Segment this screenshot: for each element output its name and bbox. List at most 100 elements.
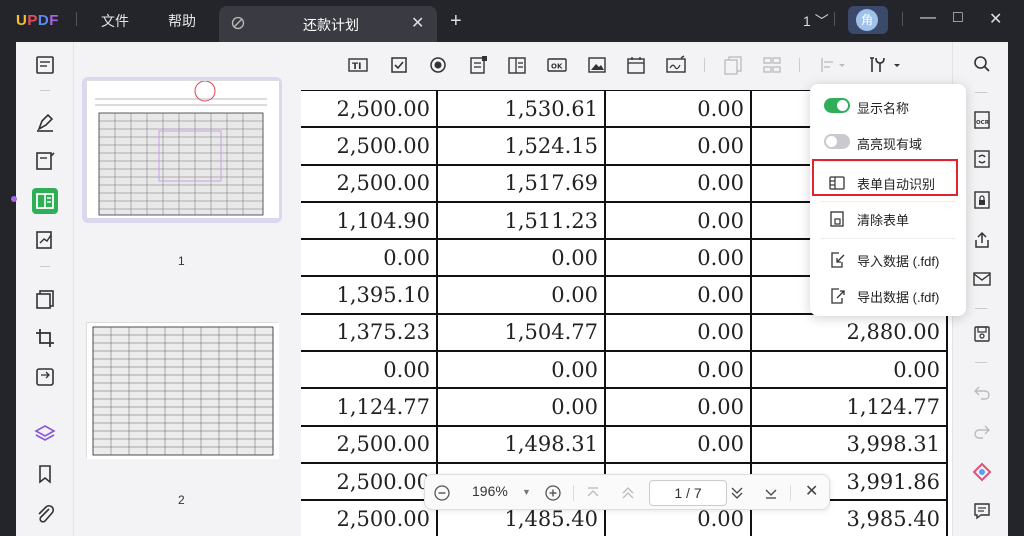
divider xyxy=(834,12,835,26)
close-zoom-bar-icon[interactable]: ✕ xyxy=(805,481,818,501)
ocr-icon[interactable]: OCR xyxy=(972,110,992,130)
zoom-navigation-bar: 196% ▼ 1 / 7 ✕ xyxy=(424,474,830,510)
unlink-icon xyxy=(231,16,245,30)
avatar[interactable]: 角 xyxy=(848,6,888,34)
svg-text:TI: TI xyxy=(352,62,362,72)
table-cell: 1,524.15 xyxy=(436,126,606,166)
menu-file[interactable]: 文件 xyxy=(101,11,129,31)
toggle-switch-off[interactable] xyxy=(824,134,850,149)
table-cell: 1,124.77 xyxy=(750,387,948,427)
thumbnail-content xyxy=(87,323,279,459)
thumbnail-content xyxy=(87,80,279,218)
form-tools-menu: 显示名称 高亮现有域 表单自动识别 清除表单 导入数据 (.fdf) 导出数据 … xyxy=(810,84,966,316)
share-icon[interactable] xyxy=(972,230,992,250)
highlight-annotation-box xyxy=(812,159,958,196)
maximize-button[interactable]: □ xyxy=(953,9,963,27)
export-icon xyxy=(831,288,845,304)
divider xyxy=(76,12,77,26)
close-window-button[interactable]: ✕ xyxy=(989,9,1002,29)
page-thumbnail-2[interactable] xyxy=(86,322,279,459)
next-page-icon[interactable] xyxy=(729,485,745,501)
bookmark-icon[interactable] xyxy=(34,463,56,485)
comment-icon[interactable] xyxy=(972,501,992,521)
ai-assistant-icon[interactable] xyxy=(972,462,992,482)
table-cell: 2,500.00 xyxy=(301,424,438,464)
svg-text:OK: OK xyxy=(551,63,563,71)
highlighter-icon[interactable] xyxy=(34,111,56,133)
table-cell: 1,375.23 xyxy=(301,312,438,353)
left-toolbar xyxy=(16,42,74,536)
toggle-switch-on[interactable] xyxy=(824,98,850,113)
image-field-icon[interactable] xyxy=(587,55,607,75)
zoom-out-icon[interactable] xyxy=(433,484,451,502)
save-icon[interactable] xyxy=(972,324,992,344)
page-selector[interactable]: 1 ﹀ xyxy=(803,11,829,31)
menu-help[interactable]: 帮助 xyxy=(168,11,196,31)
table-cell: 0.00 xyxy=(604,387,752,427)
table-cell: 0.00 xyxy=(604,90,752,129)
divider xyxy=(573,485,574,501)
zoom-in-icon[interactable] xyxy=(544,484,562,502)
thumbnail-panel: 1 2 xyxy=(74,42,300,536)
minimize-button[interactable]: — xyxy=(920,9,936,27)
checkbox-icon[interactable] xyxy=(389,55,409,75)
pages-icon[interactable] xyxy=(34,288,56,310)
email-icon[interactable] xyxy=(972,269,992,289)
export-data-item[interactable]: 导出数据 (.fdf) xyxy=(810,279,966,311)
document-tab[interactable]: 还款计划 ✕ xyxy=(219,6,437,42)
first-page-icon xyxy=(587,487,599,497)
thumbnail-page-number: 2 xyxy=(178,493,185,507)
list-box-icon[interactable] xyxy=(507,55,527,75)
new-tab-button[interactable]: + xyxy=(450,10,462,33)
radio-button-icon[interactable] xyxy=(428,55,448,75)
table-cell: 1,498.31 xyxy=(436,424,606,464)
dropdown-field-icon[interactable] xyxy=(468,55,488,75)
table-cell: 2,500.00 xyxy=(301,126,438,166)
last-page-icon[interactable] xyxy=(763,485,779,501)
table-cell: 1,517.69 xyxy=(436,163,606,203)
clear-form-icon xyxy=(830,211,844,227)
convert-icon[interactable] xyxy=(34,366,56,388)
crop-icon[interactable] xyxy=(34,327,56,349)
table-cell: 0.00 xyxy=(604,126,752,166)
page-number-input[interactable]: 1 / 7 xyxy=(649,480,727,506)
attachment-icon[interactable] xyxy=(34,503,56,525)
table-cell: 0.00 xyxy=(436,350,606,390)
button-field-icon[interactable]: OK xyxy=(547,55,567,75)
divider xyxy=(40,266,50,267)
show-names-toggle[interactable]: 显示名称 xyxy=(810,90,966,122)
table-cell: 0.00 xyxy=(301,350,438,390)
protect-icon[interactable] xyxy=(972,190,992,210)
divider xyxy=(790,485,791,501)
signature-field-icon[interactable] xyxy=(666,55,686,75)
layers-icon[interactable] xyxy=(34,423,56,445)
table-row: 2,500.00 1,498.31 0.00 3,998.31 xyxy=(301,424,948,464)
table-cell: 3,998.31 xyxy=(750,424,948,464)
edit-text-icon[interactable] xyxy=(34,150,56,172)
title-bar: UPDF 文件 帮助 还款计划 ✕ + 1 ﹀ 角 — □ ✕ xyxy=(0,0,1024,42)
tools-menu-icon[interactable] xyxy=(868,55,902,75)
page-thumbnail-1[interactable] xyxy=(86,80,279,218)
sign-icon[interactable] xyxy=(34,229,56,251)
table-cell: 1,104.90 xyxy=(301,200,438,241)
table-cell: 0.00 xyxy=(604,275,752,315)
table-row: 1,124.77 0.00 0.00 1,124.77 xyxy=(301,387,948,427)
table-cell: 2,500.00 xyxy=(301,90,438,129)
table-cell: 0.00 xyxy=(604,200,752,241)
table-cell: 0.00 xyxy=(436,275,606,315)
convert-pdf-icon[interactable] xyxy=(972,149,992,169)
import-icon xyxy=(831,252,845,268)
clear-form-item[interactable]: 清除表单 xyxy=(810,202,966,234)
search-icon[interactable] xyxy=(972,54,992,74)
reader-icon[interactable] xyxy=(34,54,56,76)
date-field-icon[interactable] xyxy=(626,55,646,75)
zoom-level[interactable]: 196% xyxy=(472,483,508,499)
import-data-item[interactable]: 导入数据 (.fdf) xyxy=(810,243,966,275)
highlight-fields-toggle[interactable]: 高亮现有域 xyxy=(810,126,966,158)
tab-close-icon[interactable]: ✕ xyxy=(411,13,424,33)
divider xyxy=(40,90,50,91)
table-cell: 2,880.00 xyxy=(750,312,948,353)
zoom-dropdown-icon[interactable]: ▼ xyxy=(522,487,531,497)
form-tool-button[interactable] xyxy=(32,188,58,214)
text-field-icon[interactable]: TI xyxy=(348,55,368,75)
